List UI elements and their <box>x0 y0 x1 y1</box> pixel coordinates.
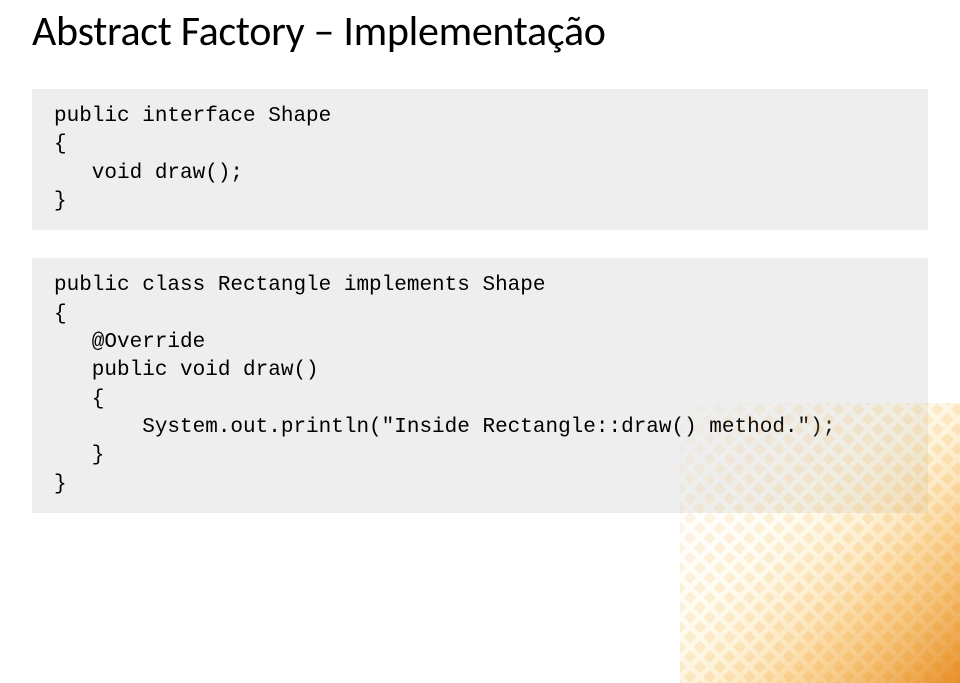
code-block-interface: public interface Shape { void draw(); } <box>32 89 928 230</box>
slide-title: Abstract Factory – Implementação <box>0 0 960 57</box>
code-block-rectangle: public class Rectangle implements Shape … <box>32 258 928 513</box>
